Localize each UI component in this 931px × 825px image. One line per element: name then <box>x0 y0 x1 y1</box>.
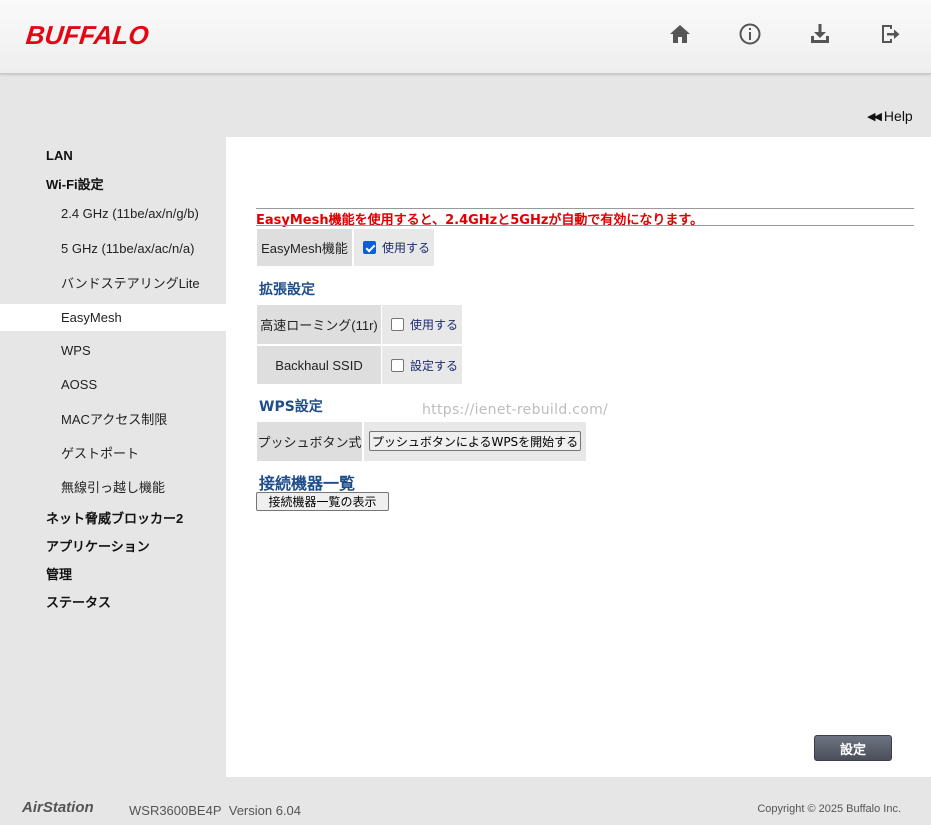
info-icon[interactable] <box>736 20 764 48</box>
backhaul-ssid-option: 設定する <box>382 346 462 384</box>
push-button-label: プッシュボタン式 <box>257 422 362 461</box>
sidebar-item-12[interactable]: アプリケーション <box>0 533 226 557</box>
sidebar-item-9[interactable]: ゲストポート <box>0 440 226 464</box>
sidebar-item-2[interactable]: 2.4 GHz (11be/ax/n/g/b) <box>0 201 226 225</box>
sidebar-item-8[interactable]: MACアクセス制限 <box>0 406 226 430</box>
show-devices-button[interactable]: 接続機器一覧の表示 <box>256 492 389 511</box>
sidebar-item-10[interactable]: 無線引っ越し機能 <box>0 474 226 498</box>
fast-roaming-checkbox[interactable] <box>391 318 404 331</box>
backhaul-ssid-checkbox[interactable] <box>391 358 404 372</box>
sidebar-item-13[interactable]: 管理 <box>0 561 226 585</box>
backhaul-ssid-option-label[interactable]: 設定する <box>410 357 458 374</box>
logout-icon[interactable] <box>876 20 904 48</box>
help-label: Help <box>883 108 913 124</box>
sidebar-item-1[interactable]: Wi-Fi設定 <box>0 171 226 195</box>
copyright-text: Copyright © 2025 Buffalo Inc. <box>757 803 901 815</box>
sidebar-item-7[interactable]: AOSS <box>0 372 226 396</box>
easymesh-label: EasyMesh機能 <box>257 229 352 266</box>
home-icon[interactable] <box>666 20 694 48</box>
sidebar-item-3[interactable]: 5 GHz (11be/ax/ac/n/a) <box>0 236 226 260</box>
buffalo-logo: BUFFALO <box>24 20 151 50</box>
airstation-logo: AirStation <box>22 799 94 816</box>
model-name: WSR3600BE4P <box>129 803 222 818</box>
fast-roaming-option: 使用する <box>382 305 462 344</box>
model-version: WSR3600BE4P Version 6.04 <box>129 803 301 818</box>
easymesh-option: 使用する <box>354 229 434 266</box>
header-bar: BUFFALO <box>0 0 931 74</box>
notice-bottom-divider <box>256 225 914 226</box>
fast-roaming-label: 高速ローミング(11r) <box>257 305 381 344</box>
easymesh-option-label[interactable]: 使用する <box>382 239 430 256</box>
sidebar-item-14[interactable]: ステータス <box>0 589 226 613</box>
download-icon[interactable] <box>806 20 834 48</box>
firmware-version: Version 6.04 <box>228 803 302 818</box>
fast-roaming-option-label[interactable]: 使用する <box>410 316 458 333</box>
extended-settings-title: 拡張設定 <box>259 282 315 298</box>
save-settings-button[interactable]: 設定 <box>814 735 892 761</box>
sidebar-item-6[interactable]: WPS <box>0 338 226 362</box>
watermark-url: https://ienet-rebuild.com/ <box>422 402 609 418</box>
easymesh-checkbox[interactable] <box>363 241 376 254</box>
sidebar-item-11[interactable]: ネット脅威ブロッカー2 <box>0 505 226 529</box>
wps-settings-title: WPS設定 <box>259 399 323 415</box>
sidebar-item-0[interactable]: LAN <box>0 143 226 167</box>
sidebar-item-4[interactable]: バンドステアリングLite <box>0 270 226 294</box>
backhaul-ssid-label: Backhaul SSID <box>257 346 381 384</box>
sidebar-item-5[interactable]: EasyMesh <box>0 304 226 331</box>
double-left-arrow-icon: ◀◀ <box>867 110 882 123</box>
help-link[interactable]: ◀◀ Help <box>867 108 913 124</box>
start-wps-button[interactable]: プッシュボタンによるWPSを開始する <box>369 431 581 451</box>
connected-devices-title: 接続機器一覧 <box>259 474 356 493</box>
